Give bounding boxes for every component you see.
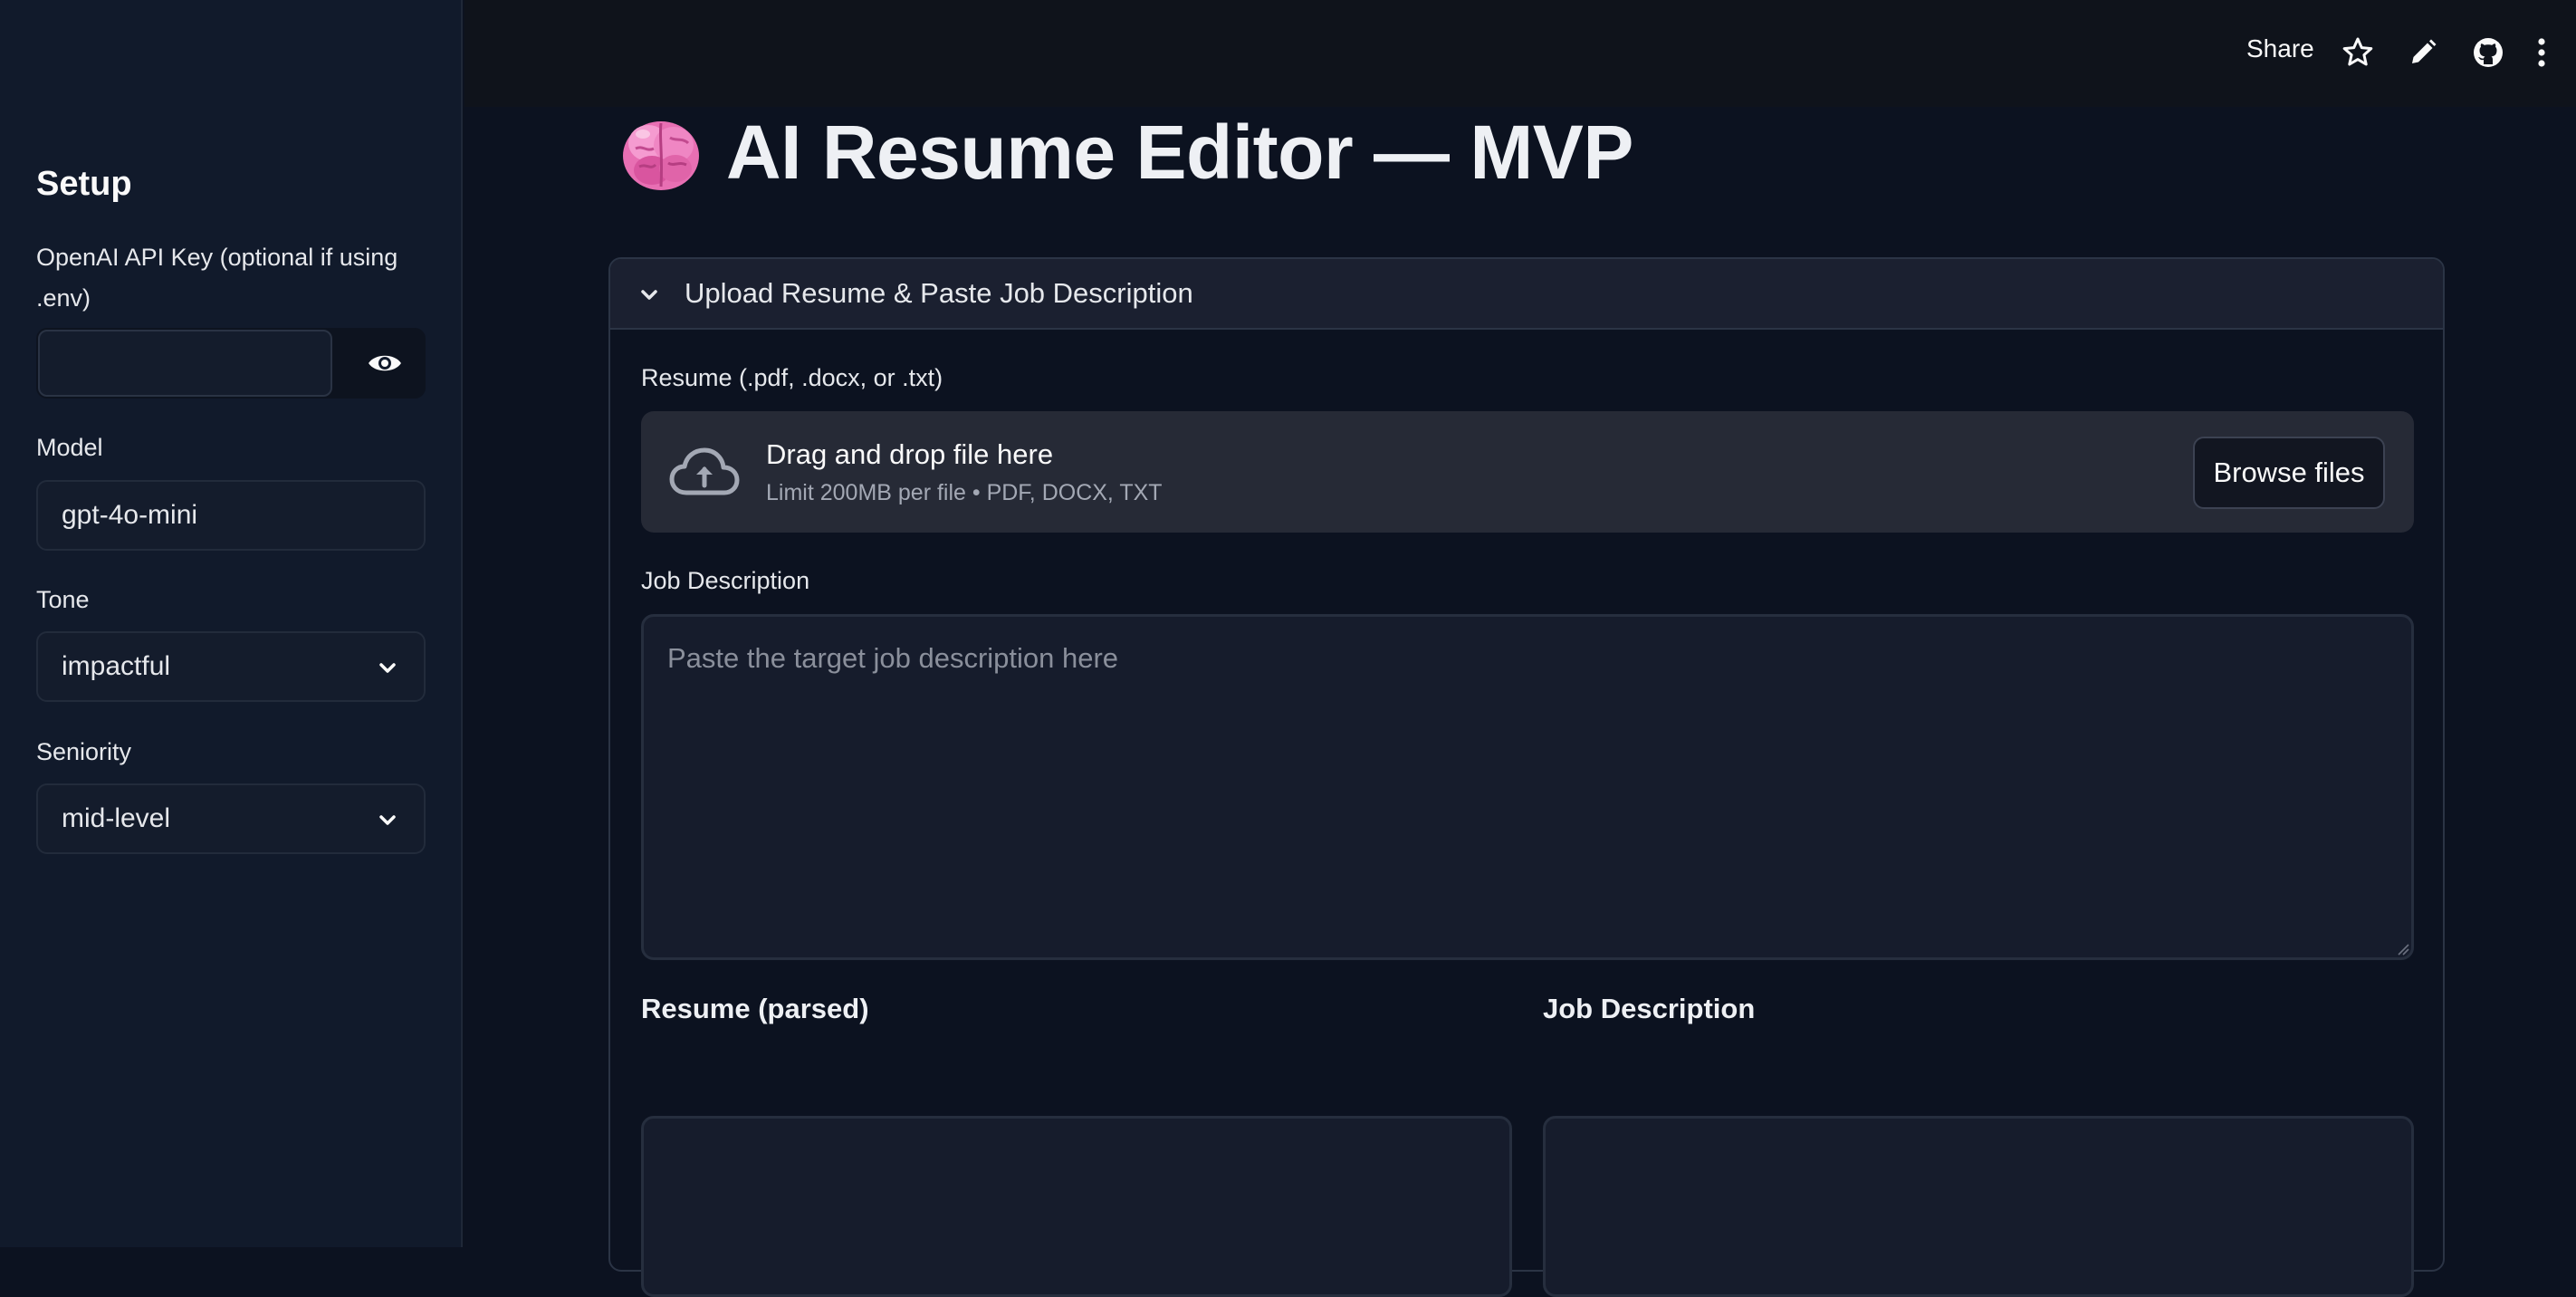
sidebar: Setup OpenAI API Key (optional if using … [0, 0, 463, 1247]
api-key-label-line2: .env) [36, 284, 91, 312]
seniority-value: mid-level [62, 803, 171, 833]
job-description-heading: Job Description [1543, 993, 1756, 1024]
sidebar-title: Setup [36, 165, 132, 203]
file-dropzone[interactable]: Drag and drop file here Limit 200MB per … [641, 411, 2414, 533]
page-title-row: AI Resume Editor — MVP [619, 107, 1633, 197]
api-key-label-line1: OpenAI API Key (optional if using [36, 244, 398, 271]
dropzone-limits: Limit 200MB per file • PDF, DOCX, TXT [766, 480, 1163, 505]
api-key-field [36, 328, 426, 399]
model-input[interactable]: gpt-4o-mini [36, 480, 426, 551]
main-menu-button[interactable] [2530, 33, 2553, 72]
api-key-input[interactable] [38, 330, 332, 397]
chevron-down-icon [379, 815, 396, 825]
page-title: AI Resume Editor — MVP [726, 109, 1633, 195]
more-vertical-icon [2538, 38, 2545, 67]
tone-label: Tone [36, 586, 90, 613]
model-value: gpt-4o-mini [62, 500, 198, 530]
star-icon [2342, 37, 2373, 66]
resume-parsed-heading: Resume (parsed) [641, 993, 869, 1024]
tone-value: impactful [62, 651, 171, 681]
show-password-button[interactable] [344, 328, 426, 399]
upload-expander: Upload Resume & Paste Job Description Re… [608, 257, 2445, 1297]
job-description-textarea[interactable]: Paste the target job description here [641, 614, 2414, 960]
job-description-placeholder: Paste the target job description here [667, 642, 1119, 674]
dropzone-instructions: Drag and drop file here [766, 438, 1054, 470]
browse-files-button[interactable]: Browse files [2193, 437, 2385, 509]
github-button[interactable] [2468, 33, 2508, 72]
job-description-label: Job Description [641, 567, 810, 594]
resume-upload-label: Resume (.pdf, .docx, or .txt) [641, 364, 943, 391]
chevron-down-icon [379, 663, 396, 673]
api-key-label: OpenAI API Key (optional if using .env) [36, 237, 397, 319]
edit-button[interactable] [2403, 33, 2443, 72]
brain-emoji [623, 121, 699, 190]
job-description-preview-textarea[interactable] [1543, 1116, 2414, 1297]
eye-icon [369, 355, 401, 371]
cloud-upload-icon [669, 447, 740, 495]
github-icon [2474, 38, 2503, 67]
expander-label: Upload Resume & Paste Job Description [685, 277, 1193, 309]
star-button[interactable] [2338, 33, 2378, 72]
expander-header[interactable]: Upload Resume & Paste Job Description [610, 259, 2443, 330]
resume-parsed-textarea[interactable] [641, 1116, 1512, 1297]
model-label: Model [36, 434, 103, 461]
resize-handle-icon[interactable] [2397, 943, 2409, 956]
tone-select[interactable]: impactful [36, 631, 426, 702]
seniority-label: Seniority [36, 738, 132, 765]
pencil-icon [2412, 39, 2437, 63]
seniority-select[interactable]: mid-level [36, 783, 426, 854]
share-button[interactable]: Share [2246, 34, 2314, 63]
chevron-down-icon [641, 290, 657, 300]
